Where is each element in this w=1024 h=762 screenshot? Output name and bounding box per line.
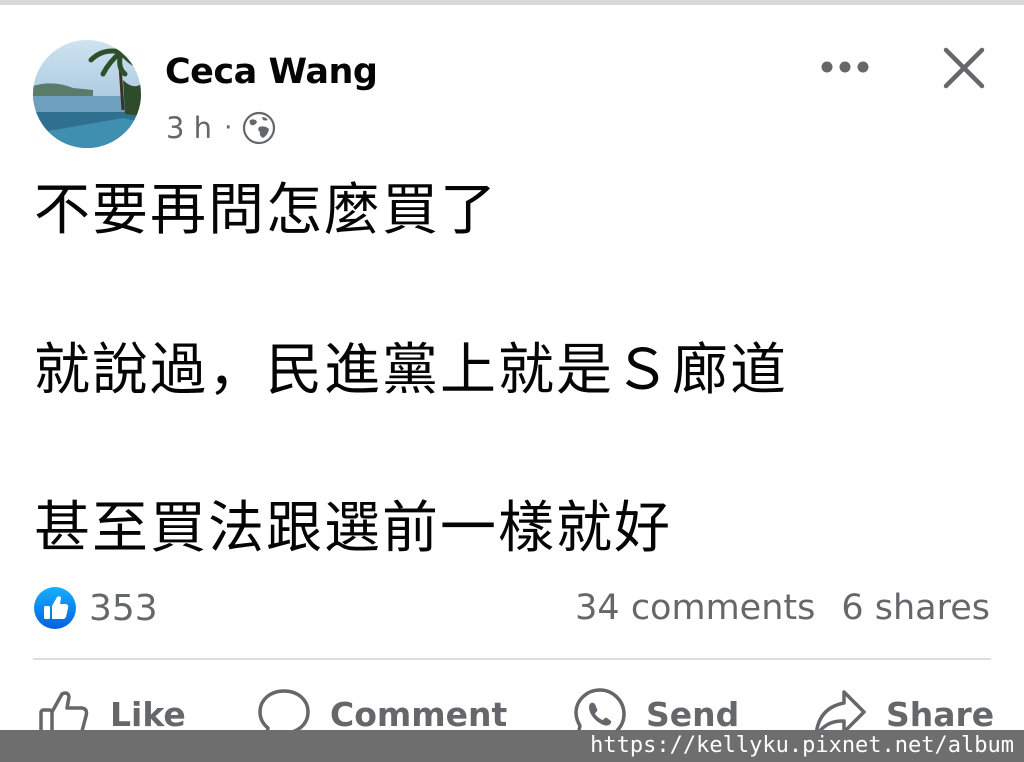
- watermark-bar: https://kellyku.pixnet.net/album: [0, 730, 1024, 762]
- post-text-line-2: 就說過，民進黨上就是Ｓ廊道: [34, 338, 788, 403]
- close-button[interactable]: [940, 44, 988, 92]
- more-options-button[interactable]: [818, 52, 872, 82]
- post-text-line-3: 甚至買法跟選前一樣就好: [34, 496, 672, 561]
- post-text-line-1: 不要再問怎麼買了: [34, 178, 498, 243]
- post-meta: 3 h ·: [166, 108, 276, 148]
- send-label: Send: [646, 694, 740, 734]
- top-divider: [0, 0, 1024, 5]
- like-label: Like: [110, 694, 186, 734]
- engagement-counts: 34 comments 6 shares: [575, 586, 990, 630]
- like-count: 353: [89, 587, 158, 629]
- comment-label: Comment: [330, 694, 508, 734]
- like-reaction-icon: [34, 587, 76, 629]
- actions-divider: [33, 658, 991, 660]
- globe-icon: [242, 111, 276, 145]
- watermark-text: https://kellyku.pixnet.net/album: [590, 733, 1014, 758]
- more-icon: [821, 61, 869, 73]
- close-icon: [943, 47, 985, 89]
- avatar[interactable]: [33, 40, 141, 148]
- author-name[interactable]: Ceca Wang: [165, 52, 378, 92]
- share-count[interactable]: 6 shares: [841, 588, 990, 628]
- reaction-summary[interactable]: 353: [33, 586, 158, 630]
- comment-count[interactable]: 34 comments: [575, 588, 815, 628]
- post-timestamp[interactable]: 3 h: [166, 111, 212, 145]
- share-label: Share: [886, 694, 995, 734]
- meta-separator: ·: [224, 113, 233, 143]
